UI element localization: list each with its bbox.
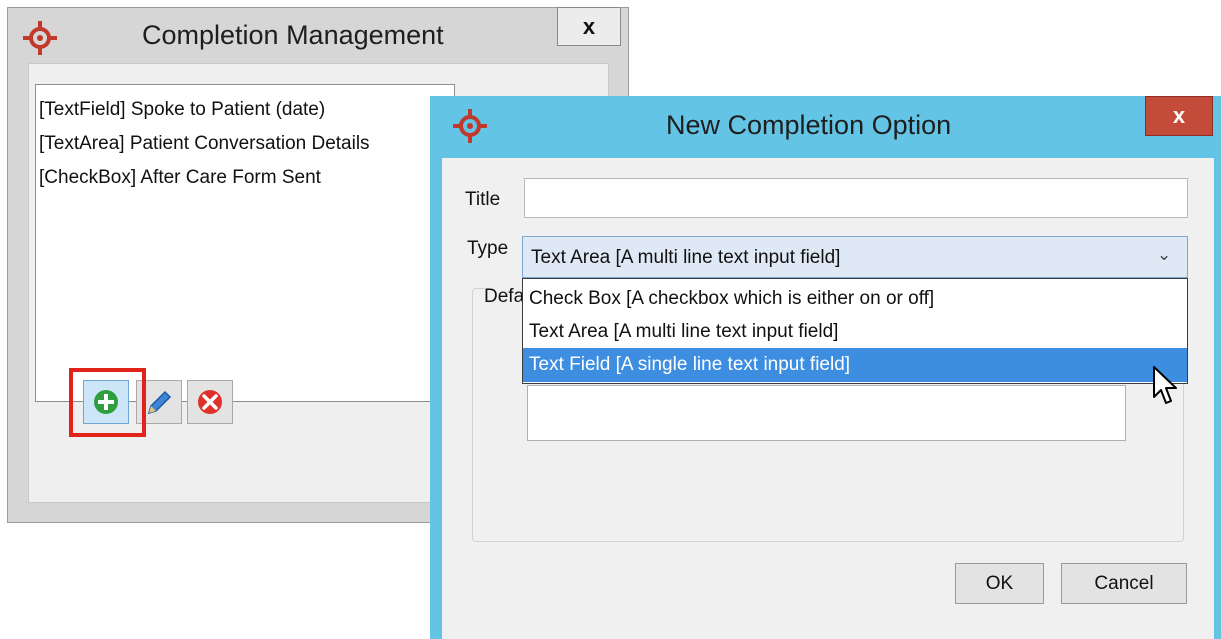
delete-icon <box>198 390 222 414</box>
cm-close-button[interactable]: x <box>557 7 621 46</box>
delete-button[interactable] <box>187 380 233 424</box>
type-label: Type <box>467 238 509 259</box>
dropdown-option-checkbox[interactable]: Check Box [A checkbox which is either on… <box>523 282 1187 316</box>
dropdown-option-textarea[interactable]: Text Area [A multi line text input field… <box>523 315 1187 349</box>
target-logo-icon <box>23 21 57 55</box>
title-input[interactable] <box>524 178 1188 218</box>
nco-window-title: New Completion Option <box>666 110 952 140</box>
list-item[interactable]: [TextField] Spoke to Patient (date) <box>39 99 325 121</box>
mouse-pointer-icon <box>1153 366 1177 404</box>
type-selected-value: Text Area [A multi line text input field… <box>531 247 841 268</box>
dropdown-option-textfield[interactable]: Text Field [A single line text input fie… <box>523 348 1187 382</box>
add-button-highlight-box <box>69 368 146 437</box>
chevron-down-icon[interactable]: ⌄ <box>1157 245 1171 265</box>
default-value-input[interactable] <box>527 385 1126 441</box>
list-item[interactable]: [TextArea] Patient Conversation Details <box>39 133 370 155</box>
target-logo-icon <box>453 109 487 143</box>
nco-close-button[interactable]: x <box>1145 96 1213 136</box>
type-dropdown-list[interactable]: Check Box [A checkbox which is either on… <box>522 278 1188 384</box>
list-item[interactable]: [CheckBox] After Care Form Sent <box>39 167 321 189</box>
completion-list[interactable]: [TextField] Spoke to Patient (date) [Tex… <box>35 84 455 402</box>
cancel-button[interactable]: Cancel <box>1061 563 1187 604</box>
default-label: Defa <box>484 286 527 308</box>
ok-button[interactable]: OK <box>955 563 1044 604</box>
cm-window-title: Completion Management <box>142 20 444 50</box>
title-label: Title <box>465 189 501 210</box>
